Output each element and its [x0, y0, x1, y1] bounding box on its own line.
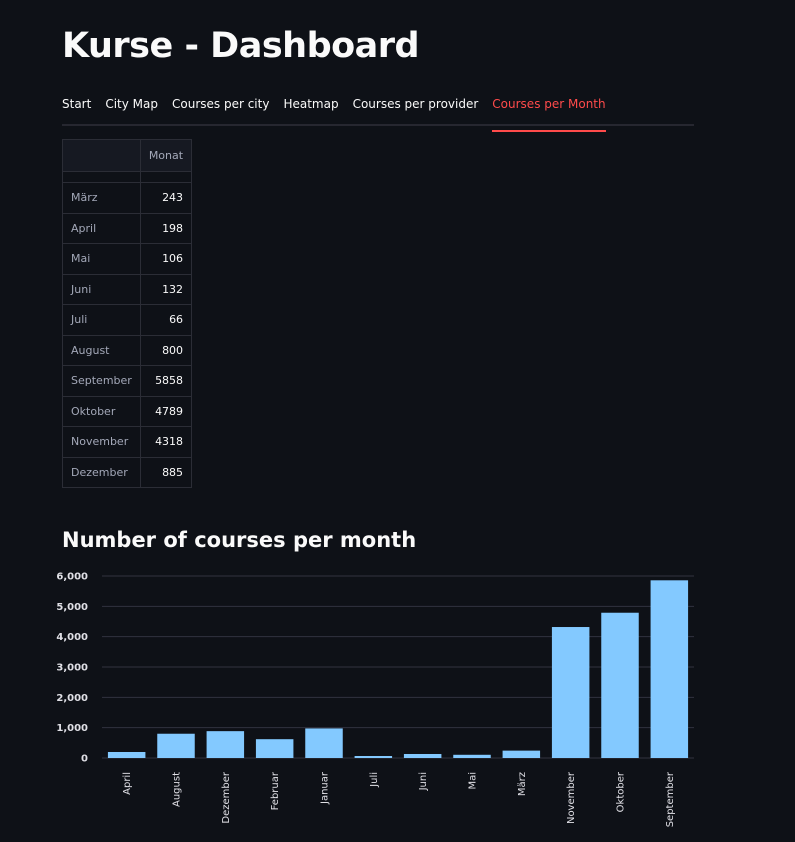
table-row-label: September — [62, 365, 141, 397]
table-row-label: März — [62, 182, 141, 214]
bar[interactable] — [206, 731, 245, 758]
bar[interactable] — [107, 751, 146, 758]
table-cell[interactable]: 800 — [139, 334, 193, 366]
table-row[interactable]: Oktober 4789 — [62, 395, 193, 427]
x-tick-label: Mai — [468, 772, 479, 790]
tab-courses-per-month[interactable]: Courses per Month — [492, 92, 606, 132]
bar[interactable] — [255, 739, 294, 758]
bar[interactable] — [502, 750, 541, 758]
bar[interactable] — [157, 733, 195, 758]
x-tick-label: Oktober — [616, 771, 627, 812]
table-cell[interactable]: 5858 — [139, 365, 193, 397]
bar[interactable] — [650, 580, 689, 758]
y-tick-label: 1,000 — [56, 723, 88, 734]
y-tick-label: 3,000 — [56, 663, 88, 674]
table-row-label: Juni — [62, 273, 141, 305]
table-cell[interactable]: 4789 — [139, 395, 193, 427]
page-title: Kurse - Dashboard — [62, 26, 420, 66]
x-tick-label: Dezember — [221, 771, 232, 823]
table-cell[interactable]: 198 — [139, 212, 193, 244]
x-tick-label: Juli — [369, 772, 380, 788]
chart-title: Number of courses per month — [62, 528, 417, 552]
table-row-label: April — [62, 212, 141, 244]
bar[interactable] — [305, 728, 343, 758]
x-tick-label: April — [122, 772, 133, 795]
table-row-label: Dezember — [62, 456, 141, 488]
table-cell[interactable]: 885 — [139, 456, 193, 488]
y-tick-label: 0 — [81, 754, 88, 765]
tab-heatmap[interactable]: Heatmap — [283, 92, 338, 124]
x-tick-label: November — [566, 771, 577, 824]
table-row[interactable]: August 800 — [62, 334, 193, 366]
tab-start[interactable]: Start — [62, 92, 91, 124]
table-index-header[interactable] — [62, 139, 141, 172]
y-tick-label: 2,000 — [56, 693, 88, 704]
table-column-header[interactable]: Monat — [139, 139, 193, 172]
tab-city-map[interactable]: City Map — [105, 92, 158, 124]
table-cell[interactable]: 106 — [139, 243, 193, 275]
table-row[interactable]: April 198 — [62, 212, 193, 244]
x-tick-label: Juni — [418, 772, 429, 791]
table-row-label: November — [62, 426, 141, 458]
table-cell[interactable]: 132 — [139, 273, 193, 305]
x-tick-label: März — [517, 772, 528, 796]
table-row[interactable]: Mai 106 — [62, 243, 193, 275]
x-tick-label: September — [665, 771, 676, 827]
y-tick-label: 5,000 — [56, 602, 88, 613]
table-spacer-row — [62, 171, 193, 183]
table-cell[interactable]: 66 — [139, 304, 193, 336]
table-row[interactable]: Juni 132 — [62, 273, 193, 305]
table-row-label: Oktober — [62, 395, 141, 427]
bar[interactable] — [354, 755, 393, 758]
table-cell[interactable]: 4318 — [139, 426, 193, 458]
table-row-label: Juli — [62, 304, 141, 336]
tab-courses-per-city[interactable]: Courses per city — [172, 92, 269, 124]
table-row[interactable]: November 4318 — [62, 426, 193, 458]
bar[interactable] — [551, 627, 590, 758]
y-tick-label: 6,000 — [56, 572, 88, 583]
table-row[interactable]: Dezember 885 — [62, 456, 193, 488]
table-cell[interactable]: 243 — [139, 182, 193, 214]
tab-bar: Start City Map Courses per city Heatmap … — [62, 92, 694, 132]
data-table: Monat März 243 April 198 Mai 106 Juni 13… — [62, 139, 193, 488]
bar[interactable] — [403, 753, 442, 758]
table-row[interactable]: September 5858 — [62, 365, 193, 397]
y-tick-label: 4,000 — [56, 632, 88, 643]
table-row-label: August — [62, 334, 141, 366]
x-tick-label: Januar — [320, 771, 331, 805]
bar[interactable] — [601, 612, 639, 758]
x-tick-label: Februar — [270, 771, 281, 810]
table-row[interactable]: März 243 — [62, 182, 193, 214]
tab-courses-per-provider[interactable]: Courses per provider — [353, 92, 479, 124]
table-row[interactable]: Juli 66 — [62, 304, 193, 336]
x-tick-label: August — [172, 772, 183, 807]
bar[interactable] — [453, 754, 491, 758]
table-row-label: Mai — [62, 243, 141, 275]
bar-chart[interactable]: 0 1,000 2,000 3,000 4,000 5,000 6,000 April Augu… — [40, 566, 700, 832]
